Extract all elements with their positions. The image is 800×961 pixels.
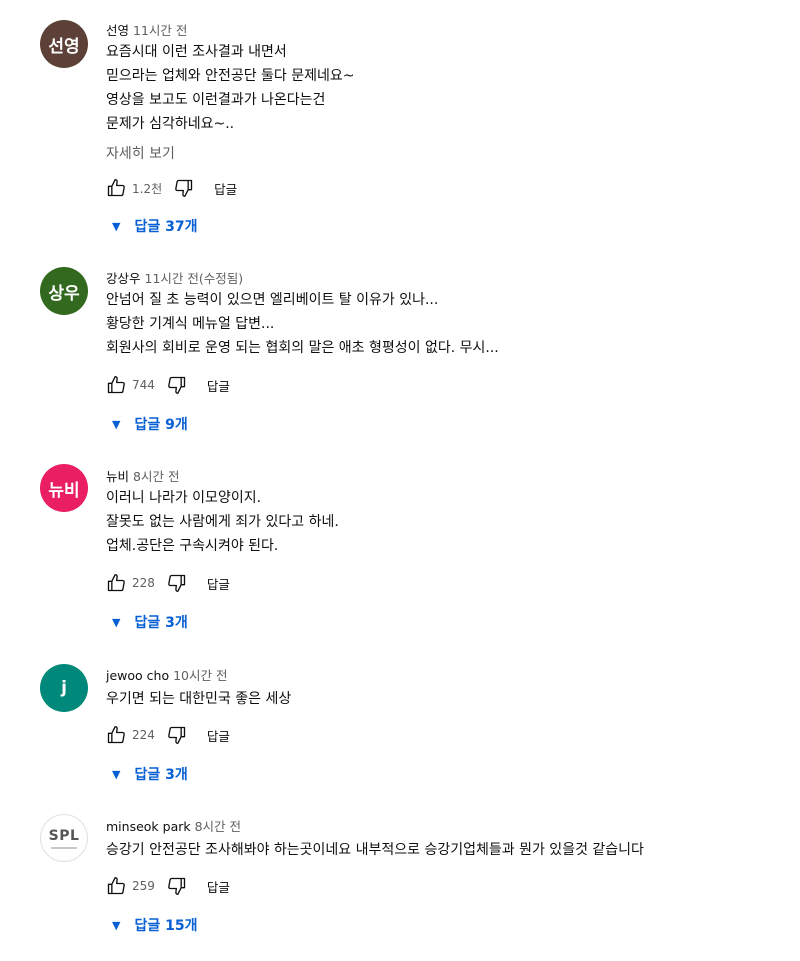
- comment-actions: 228 답글: [104, 571, 230, 595]
- comment-actions: 224 답글: [104, 723, 230, 747]
- like-count: 1.2천: [132, 181, 163, 196]
- caret-down-icon: ▼: [112, 767, 121, 781]
- comment-time[interactable]: 10시간 전: [173, 668, 227, 683]
- view-replies-button[interactable]: ▼ 답글 3개: [112, 610, 188, 634]
- comment-line: 잘못도 없는 사람에게 죄가 있다고 하네.: [106, 514, 339, 530]
- like-count: 259: [132, 879, 155, 893]
- like-icon[interactable]: [104, 176, 128, 200]
- comment-header: jewoo cho 10시간 전: [106, 665, 228, 684]
- comment-header: 뉴비 8시간 전: [106, 466, 179, 485]
- comment-line: 안넘어 질 초 능력이 있으면 엘리베이트 탈 이유가 있나...: [106, 292, 439, 308]
- dislike-icon[interactable]: [165, 373, 189, 397]
- dislike-icon[interactable]: [165, 874, 189, 898]
- caret-down-icon: ▼: [112, 918, 121, 932]
- avatar[interactable]: j: [40, 664, 88, 712]
- author-name[interactable]: minseok park: [106, 819, 191, 834]
- view-replies-button[interactable]: ▼ 답글 15개: [112, 913, 197, 937]
- comment-text: 이러니 나라가 이모양이지. 잘못도 없는 사람에게 죄가 있다고 하네. 업체…: [106, 486, 339, 558]
- comment-line: 문제가 심각하네요~..: [106, 116, 235, 132]
- replies-count-label: 답글 9개: [134, 417, 188, 433]
- comment-actions: 259 답글: [104, 874, 230, 898]
- caret-down-icon: ▼: [112, 417, 121, 431]
- comment-header: 선영 11시간 전: [106, 20, 187, 39]
- avatar[interactable]: 뉴비: [40, 464, 88, 512]
- dislike-icon[interactable]: [165, 723, 189, 747]
- comment-actions: 1.2천 답글: [104, 176, 237, 200]
- avatar-logo-underline: [51, 846, 77, 849]
- comment-line: 승강기 안전공단 조사해봐야 하는곳이네요 내부적으로 승강기업체들과 뭔가 있…: [106, 842, 644, 858]
- comment-line: 이러니 나라가 이모양이지.: [106, 490, 262, 506]
- read-more-link[interactable]: 자세히 보기: [106, 143, 175, 163]
- comment-text: 안넘어 질 초 능력이 있으면 엘리베이트 탈 이유가 있나... 황당한 기계…: [106, 288, 499, 360]
- author-name[interactable]: 선영: [106, 23, 129, 38]
- like-icon[interactable]: [104, 571, 128, 595]
- like-icon[interactable]: [104, 373, 128, 397]
- avatar[interactable]: 선영: [40, 20, 88, 68]
- like-icon[interactable]: [104, 874, 128, 898]
- comment-header: minseok park 8시간 전: [106, 816, 241, 835]
- comment-line: 믿으라는 업체와 안전공단 둘다 문제네요~: [106, 68, 355, 84]
- comment-text: 승강기 안전공단 조사해봐야 하는곳이네요 내부적으로 승강기업체들과 뭔가 있…: [106, 838, 644, 862]
- view-replies-button[interactable]: ▼ 답글 9개: [112, 412, 188, 436]
- like-count: 224: [132, 728, 155, 742]
- avatar-logo-text: SPL: [48, 827, 80, 844]
- comment-time[interactable]: 11시간 전(수정됨): [145, 271, 244, 286]
- comment-line: 황당한 기계식 메뉴얼 답변...: [106, 316, 275, 332]
- comment-time[interactable]: 8시간 전: [195, 819, 241, 834]
- avatar[interactable]: SPL: [40, 814, 88, 862]
- author-name[interactable]: 뉴비: [106, 469, 129, 484]
- reply-button[interactable]: 답글: [207, 376, 230, 395]
- view-replies-button[interactable]: ▼ 답글 3개: [112, 762, 188, 786]
- comment-line: 우기면 되는 대한민국 좋은 세상: [106, 691, 292, 707]
- like-icon[interactable]: [104, 723, 128, 747]
- comment-line: 회원사의 회비로 운영 되는 협회의 말은 애초 형평성이 없다. 무시...: [106, 340, 499, 356]
- caret-down-icon: ▼: [112, 219, 121, 233]
- replies-count-label: 답글 37개: [134, 219, 198, 235]
- author-name[interactable]: jewoo cho: [106, 668, 169, 683]
- view-replies-button[interactable]: ▼ 답글 37개: [112, 214, 197, 238]
- dislike-icon[interactable]: [165, 571, 189, 595]
- reply-button[interactable]: 답글: [207, 877, 230, 896]
- reply-button[interactable]: 답글: [207, 574, 230, 593]
- caret-down-icon: ▼: [112, 615, 121, 629]
- comment-time[interactable]: 11시간 전: [133, 23, 187, 38]
- comment-line: 요즘시대 이런 조사결과 내면서: [106, 44, 287, 60]
- reply-button[interactable]: 답글: [214, 179, 237, 198]
- dislike-icon[interactable]: [172, 176, 196, 200]
- reply-button[interactable]: 답글: [207, 726, 230, 745]
- author-name[interactable]: 강상우: [106, 271, 141, 286]
- replies-count-label: 답글 15개: [134, 918, 198, 934]
- comment-time[interactable]: 8시간 전: [133, 469, 179, 484]
- comment-line: 영상을 보고도 이런결과가 나온다는건: [106, 92, 326, 108]
- comment-text: 요즘시대 이런 조사결과 내면서 믿으라는 업체와 안전공단 둘다 문제네요~ …: [106, 40, 355, 136]
- replies-count-label: 답글 3개: [134, 767, 188, 783]
- comment-text: 우기면 되는 대한민국 좋은 세상: [106, 687, 291, 711]
- comment-actions: 744 답글: [104, 373, 230, 397]
- like-count: 228: [132, 576, 155, 590]
- replies-count-label: 답글 3개: [134, 615, 188, 631]
- comment-line: 업체.공단은 구속시켜야 된다.: [106, 538, 279, 554]
- avatar[interactable]: 상우: [40, 267, 88, 315]
- like-count: 744: [132, 378, 155, 392]
- comment-header: 강상우 11시간 전(수정됨): [106, 268, 243, 287]
